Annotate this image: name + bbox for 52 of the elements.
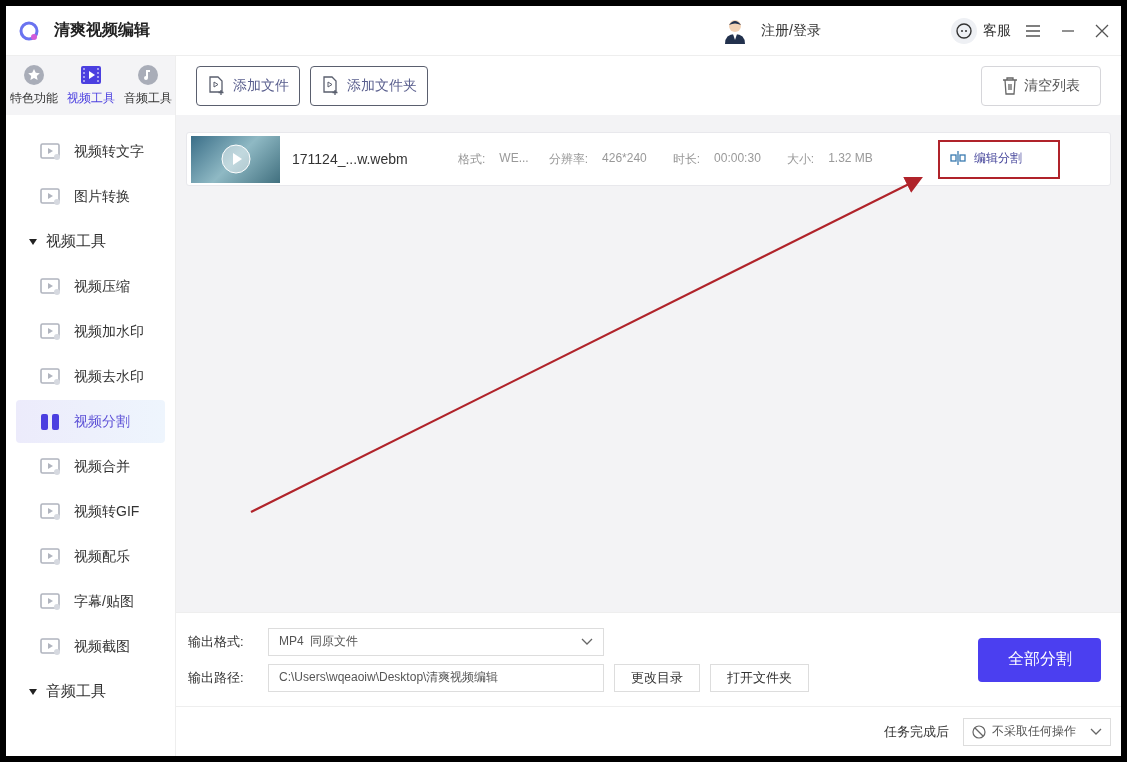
field-label: 分辨率:	[548, 150, 589, 168]
clear-list-button[interactable]: 清空列表	[981, 65, 1101, 106]
after-task-label: 任务完成后	[884, 722, 949, 741]
menu-item[interactable]: 视频压缩	[16, 265, 165, 308]
menu-item[interactable]: 视频去水印	[16, 355, 165, 398]
add-folder-button[interactable]: 添加文件夹	[310, 65, 428, 106]
menu-group-label[interactable]: 音频工具	[46, 682, 106, 701]
menu-item-label: 视频压缩	[74, 277, 130, 296]
open-folder-button[interactable]: 打开文件夹	[710, 663, 809, 692]
menu-item-label: 图片转换	[74, 187, 130, 206]
menu-item[interactable]: 视频截图	[16, 625, 165, 668]
app-title: 清爽视频编辑	[54, 20, 150, 40]
file-name: 171124_...w.webm	[292, 151, 409, 167]
menu-item[interactable]: 视频转文字	[16, 130, 165, 173]
field-value: 1.32 MB	[828, 150, 873, 167]
format-label: 输出格式:	[188, 632, 245, 651]
menu-item-label: 视频加水印	[74, 322, 144, 341]
category-tab[interactable]: 视频工具	[67, 64, 115, 107]
menu-item-label: 视频合并	[74, 457, 130, 476]
path-label: 输出路径:	[188, 668, 245, 687]
after-task-dropdown[interactable]: 不采取任何操作	[963, 717, 1111, 746]
menu-item-label: 字幕/贴图	[74, 592, 134, 611]
menu-item[interactable]: 图片转换	[16, 175, 165, 218]
login-link[interactable]: 注册/登录	[761, 21, 821, 40]
menu-item-label: 视频分割	[74, 412, 130, 431]
field-label: 大小:	[786, 150, 815, 168]
field-label: 时长:	[672, 150, 701, 168]
menu-item[interactable]: 视频配乐	[16, 535, 165, 578]
menu-item-label: 视频截图	[74, 637, 130, 656]
path-field[interactable]: C:\Users\wqeaoiw\Desktop\清爽视频编辑	[268, 663, 604, 692]
field-label: 格式:	[458, 150, 486, 168]
menu-item-label: 视频转文字	[74, 142, 144, 161]
menu-item[interactable]: 字幕/贴图	[16, 580, 165, 623]
field-value: WE...	[499, 150, 529, 167]
menu-item-label: 视频配乐	[74, 547, 130, 566]
menu-item-label: 视频转GIF	[74, 502, 140, 521]
change-directory-button[interactable]: 更改目录	[614, 663, 700, 692]
menu-group-label[interactable]: 视频工具	[46, 232, 106, 251]
category-tab[interactable]: 特色功能	[10, 64, 58, 107]
split-all-button[interactable]: 全部分割	[978, 637, 1101, 682]
edit-split-link[interactable]: 编辑分割	[938, 139, 1060, 179]
field-value: 426*240	[602, 150, 647, 167]
menu-item[interactable]: 视频分割	[16, 400, 165, 443]
menu-item[interactable]: 视频转GIF	[16, 490, 165, 533]
menu-item[interactable]: 视频合并	[16, 445, 165, 488]
field-value: 00:00:30	[714, 150, 761, 167]
menu-item-label: 视频去水印	[74, 367, 144, 386]
support-link[interactable]: 客服	[983, 21, 1011, 40]
format-dropdown[interactable]: MP4 同原文件	[268, 627, 604, 656]
menu-item[interactable]: 视频加水印	[16, 310, 165, 353]
add-file-button[interactable]: 添加文件	[196, 65, 300, 106]
category-tab[interactable]: 音频工具	[124, 64, 172, 107]
